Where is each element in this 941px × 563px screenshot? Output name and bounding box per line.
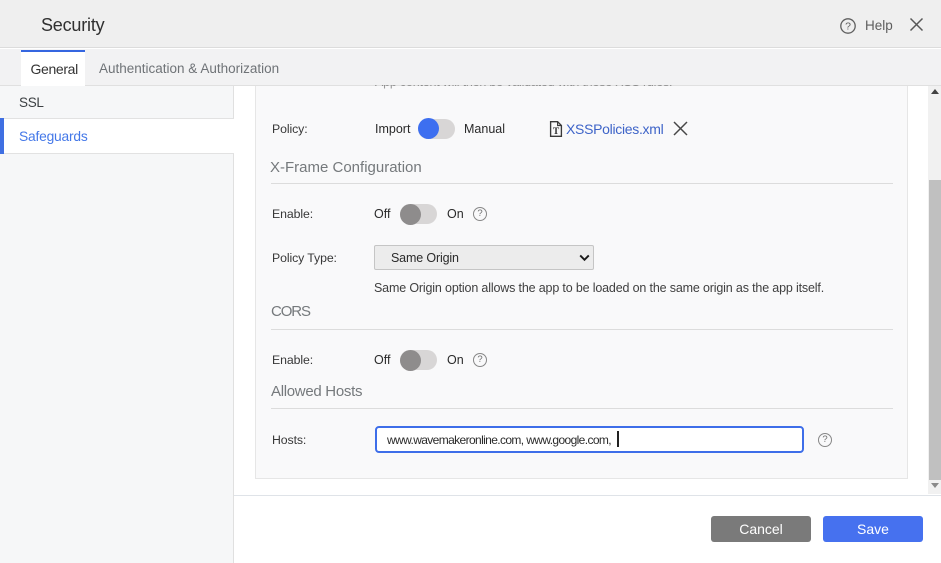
svg-text:?: ? — [845, 21, 851, 33]
svg-text:T: T — [553, 127, 560, 137]
